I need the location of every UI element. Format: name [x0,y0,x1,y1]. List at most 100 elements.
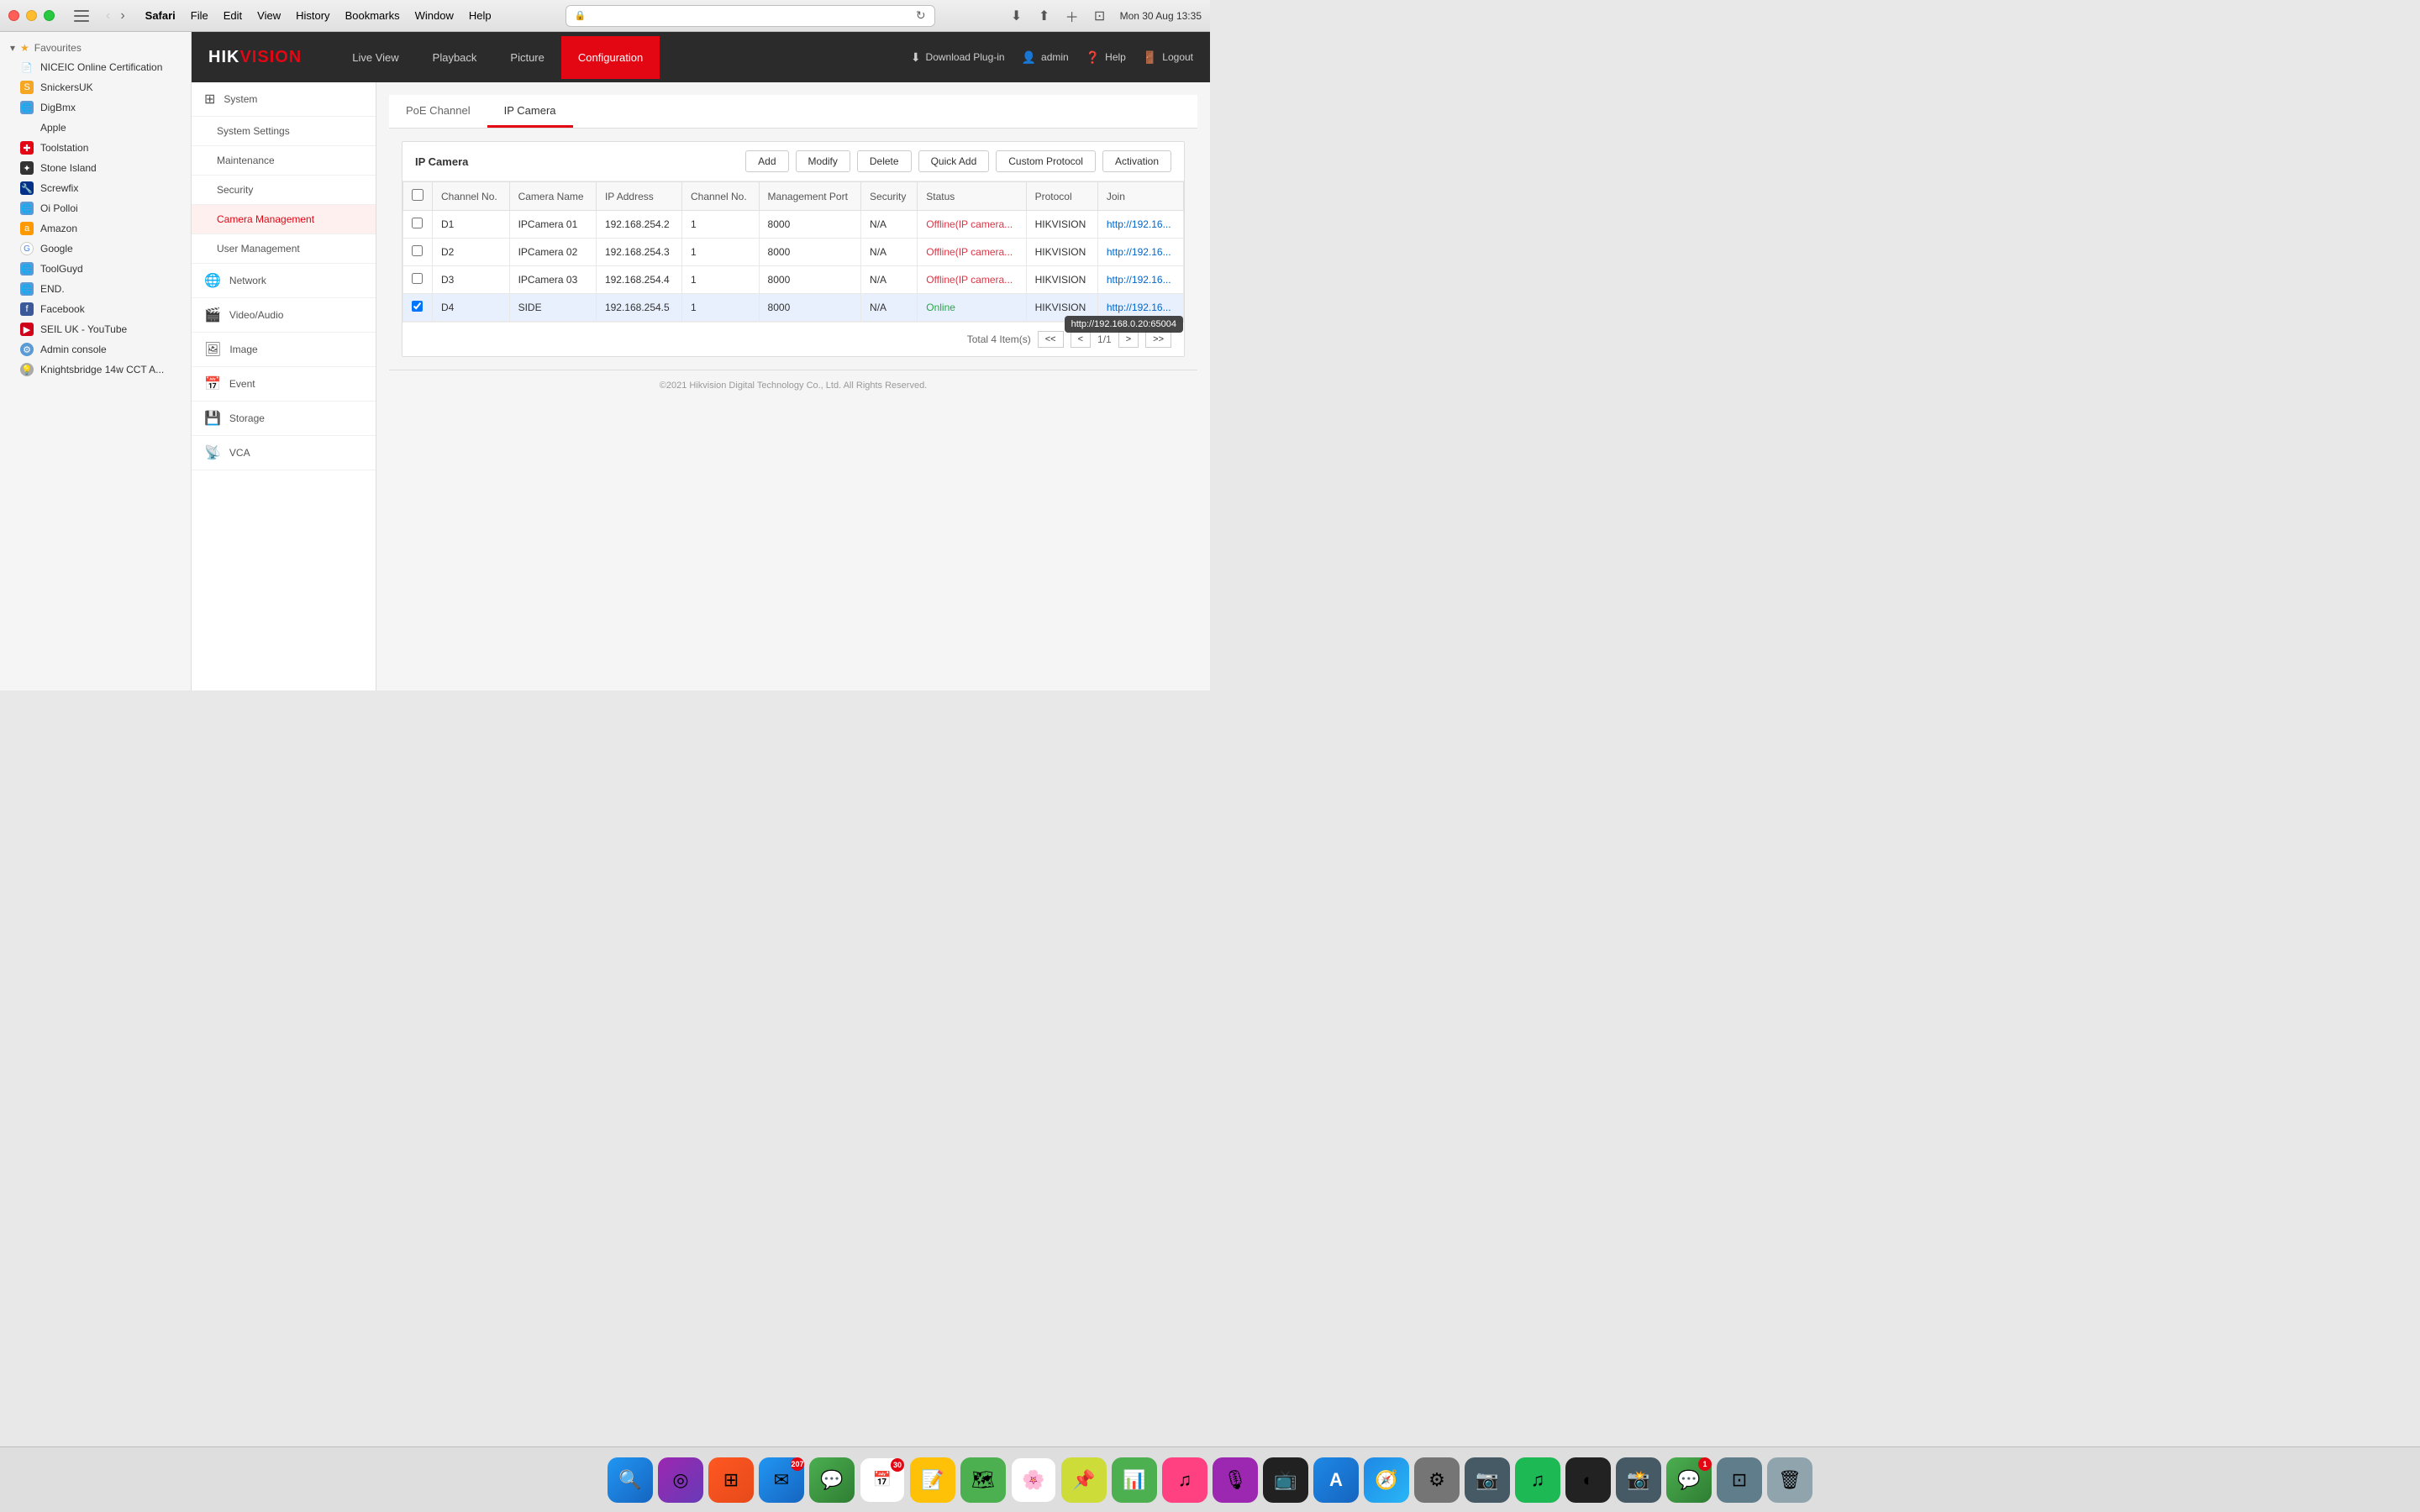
hik-menu-system-settings[interactable]: System Settings [192,117,376,146]
nav-picture[interactable]: Picture [493,36,560,79]
hik-menu-maintenance[interactable]: Maintenance [192,146,376,176]
join-link[interactable]: http://192.16... [1107,302,1171,313]
dock-music[interactable]: ♫ [1162,1457,1207,1503]
dock-notes[interactable]: 📝 [910,1457,955,1503]
dock-safari[interactable]: 🧭 [1364,1457,1409,1503]
dock-camera-raw[interactable]: 📸 [1616,1457,1661,1503]
sidebar-item-knightsbridge[interactable]: 💡 Knightsbridge 14w CCT A... [0,360,191,380]
dock-siri[interactable]: ◎ [658,1457,703,1503]
custom-protocol-button[interactable]: Custom Protocol [996,150,1096,172]
hik-menu-vca[interactable]: 📡 VCA [192,436,376,470]
reload-button[interactable]: ↻ [916,8,926,23]
menu-window[interactable]: Window [415,9,454,22]
sidebar-item-snickers[interactable]: S SnickersUK [0,77,191,97]
menu-file[interactable]: File [191,9,208,22]
sidebar-item-youtube[interactable]: ▶ SEIL UK - YouTube [0,319,191,339]
sidebar-toggle[interactable] [74,10,89,22]
dock-photos[interactable]: 🌸 [1011,1457,1056,1503]
sidebar-item-stoneisland[interactable]: ✦ Stone Island [0,158,191,178]
admin-btn[interactable]: 👤 admin [1022,50,1069,65]
hik-menu-image[interactable]: 🖼 Image [192,333,376,367]
sidebar-item-toolguyd[interactable]: 🌐 ToolGuyd [0,259,191,279]
join-link[interactable]: http://192.16... [1107,246,1171,258]
nav-playback[interactable]: Playback [416,36,494,79]
sidebar-item-admin[interactable]: ⚙ Admin console [0,339,191,360]
back-button[interactable]: ‹ [103,7,113,25]
dock-finder[interactable]: 🔍 [608,1457,653,1503]
menu-edit[interactable]: Edit [224,9,242,22]
tabs-icon[interactable]: ⊡ [1092,8,1107,24]
row-checkbox[interactable] [412,301,423,312]
menu-safari[interactable]: Safari [145,9,176,22]
share-icon[interactable]: ⬆ [1037,8,1052,24]
sidebar-item-niceic[interactable]: 📄 NICEIC Online Certification [0,57,191,77]
forward-button[interactable]: › [117,7,128,25]
help-btn[interactable]: ❓ Help [1086,50,1126,65]
row-checkbox[interactable] [412,245,423,256]
modify-button[interactable]: Modify [796,150,850,172]
table-row[interactable]: D1 IPCamera 01 192.168.254.2 1 8000 N/A … [403,211,1184,239]
hik-menu-event[interactable]: 📅 Event [192,367,376,402]
dock-maps[interactable]: 🗺 [960,1457,1006,1503]
dock-pockity[interactable]: ◐ [1565,1457,1611,1503]
dock-image-capture[interactable]: 📷 [1465,1457,1510,1503]
dock-system-prefs[interactable]: ⚙ [1414,1457,1460,1503]
dock-podcasts[interactable]: 🎙 [1213,1457,1258,1503]
last-page-btn[interactable]: >> [1145,331,1171,348]
nav-configuration[interactable]: Configuration [561,36,660,79]
new-tab-icon[interactable]: ＋ [1065,8,1080,24]
dock-numbers[interactable]: 📊 [1112,1457,1157,1503]
logout-btn[interactable]: 🚪 Logout [1143,50,1193,65]
delete-button[interactable]: Delete [857,150,912,172]
sidebar-item-digbmx[interactable]: 🌐 DigBmx [0,97,191,118]
sidebar-item-oipolloi[interactable]: 🌐 Oi Polloi [0,198,191,218]
minimize-button[interactable] [26,10,37,21]
row-checkbox[interactable] [412,273,423,284]
maximize-button[interactable] [44,10,55,21]
sidebar-item-facebook[interactable]: f Facebook [0,299,191,319]
dock-spotify[interactable]: ♫ [1515,1457,1560,1503]
hik-menu-storage[interactable]: 💾 Storage [192,402,376,436]
hik-menu-video-audio[interactable]: 🎬 Video/Audio [192,298,376,333]
join-link[interactable]: http://192.16... [1107,218,1171,230]
hik-menu-network[interactable]: 🌐 Network [192,264,376,298]
table-row[interactable]: D4 SIDE 192.168.254.5 1 8000 N/A Online … [403,294,1184,322]
table-row[interactable]: D3 IPCamera 03 192.168.254.4 1 8000 N/A … [403,266,1184,294]
sidebar-item-amazon[interactable]: a Amazon [0,218,191,239]
sidebar-item-google[interactable]: G Google [0,239,191,259]
dock-calendar[interactable]: 📅 30 [860,1457,905,1503]
dock-tv[interactable]: 📺 [1263,1457,1308,1503]
dock-messages[interactable]: 💬 [809,1457,855,1503]
dock-appstore[interactable]: A [1313,1457,1359,1503]
add-button[interactable]: Add [745,150,788,172]
tab-ip-camera[interactable]: IP Camera [487,95,573,128]
sidebar-item-toolstation[interactable]: ✚ Toolstation [0,138,191,158]
tab-poe-channel[interactable]: PoE Channel [389,95,487,128]
download-icon[interactable]: ⬇ [1009,8,1024,24]
dock-screenium[interactable]: ⊡ [1717,1457,1762,1503]
download-plugin-btn[interactable]: ⬇ Download Plug-in [911,50,1005,65]
sidebar-item-screwfix[interactable]: 🔧 Screwfix [0,178,191,198]
table-row[interactable]: D2 IPCamera 02 192.168.254.3 1 8000 N/A … [403,239,1184,266]
favourites-header[interactable]: ▾ ★ Favourites [0,39,191,57]
hik-menu-camera-management[interactable]: Camera Management [192,205,376,234]
first-page-btn[interactable]: << [1038,331,1064,348]
dock-launchpad[interactable]: ⊞ [708,1457,754,1503]
nav-liveview[interactable]: Live View [335,36,415,79]
prev-page-btn[interactable]: < [1071,331,1091,348]
hik-menu-user-management[interactable]: User Management [192,234,376,264]
menu-bookmarks[interactable]: Bookmarks [345,9,400,22]
hik-menu-system[interactable]: ⊞ System [192,82,376,117]
hik-menu-security[interactable]: Security [192,176,376,205]
sidebar-item-end[interactable]: 🌐 END. [0,279,191,299]
menu-view[interactable]: View [257,9,281,22]
quick-add-button[interactable]: Quick Add [918,150,990,172]
menu-help[interactable]: Help [469,9,492,22]
sidebar-item-apple[interactable]: Apple [0,118,191,138]
dock-stickies[interactable]: 📌 [1061,1457,1107,1503]
url-input[interactable]: 192.168.0.20 [591,10,911,22]
dock-messages2[interactable]: 💬 1 [1666,1457,1712,1503]
close-button[interactable] [8,10,19,21]
menu-history[interactable]: History [296,9,329,22]
select-all-checkbox[interactable] [412,189,424,201]
